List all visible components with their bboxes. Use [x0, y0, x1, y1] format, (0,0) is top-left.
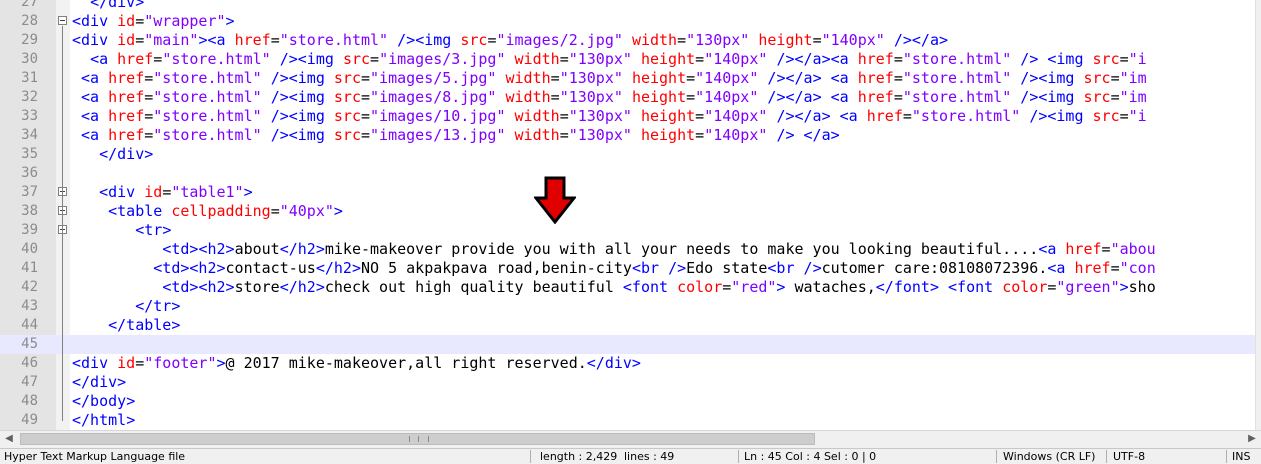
- line-number: 38: [21, 203, 38, 219]
- status-lines: lines : 49: [624, 450, 675, 463]
- line-number: 36: [21, 165, 38, 181]
- code-text: </tr>: [135, 297, 181, 315]
- fold-guide-line: [62, 197, 63, 326]
- code-text: </div>: [72, 373, 127, 391]
- red-down-arrow-icon: [534, 176, 576, 224]
- line-number: 46: [21, 355, 38, 371]
- status-mode: INS: [1232, 450, 1251, 463]
- line-number: 43: [21, 298, 38, 314]
- line-number: 41: [21, 260, 38, 276]
- code-text: </div>: [90, 0, 145, 11]
- code-text: </body>: [72, 392, 136, 410]
- code-line[interactable]: 46 <div id="footer">@ 2017 mike-makeover,…: [0, 354, 1261, 373]
- line-number: 47: [21, 374, 38, 390]
- grip-icon: [409, 436, 429, 442]
- code-line[interactable]: 35 </div>: [0, 145, 1261, 164]
- code-text: <a href="store.html" /><img src="images/…: [81, 88, 1147, 106]
- code-line[interactable]: 34 <a href="store.html" /><img src="imag…: [0, 126, 1261, 145]
- code-text: <a href="store.html" /><img src="images/…: [81, 69, 1147, 87]
- line-number: 45: [21, 336, 38, 352]
- line-number: 37: [21, 184, 38, 200]
- code-line[interactable]: 37 <div id="table1">: [0, 183, 1261, 202]
- code-text: <a href="store.html" /><img src="images/…: [90, 50, 1147, 68]
- code-line[interactable]: 30 <a href="store.html" /><img src="imag…: [0, 50, 1261, 69]
- line-number: 28: [21, 13, 38, 29]
- code-line[interactable]: 40 <td><h2>about</h2>mike-makeover provi…: [0, 240, 1261, 259]
- code-text: </table>: [108, 316, 181, 334]
- code-line[interactable]: 42 <td><h2>store</h2>check out high qual…: [0, 278, 1261, 297]
- code-line[interactable]: 39 <tr>: [0, 221, 1261, 240]
- status-separator: [1106, 450, 1107, 463]
- code-text: <div id="footer">@ 2017 mike-makeover,al…: [72, 354, 641, 372]
- code-text: <td><h2>contact-us</h2>NO 5 akpakpava ro…: [153, 259, 1156, 277]
- code-line[interactable]: 36: [0, 164, 1261, 183]
- status-separator: [738, 450, 739, 463]
- scroll-left-arrow-icon[interactable]: ◀: [2, 432, 16, 446]
- code-text: <div id="main"><a href="store.html" /><i…: [72, 31, 949, 49]
- line-number: 49: [21, 412, 38, 428]
- code-line[interactable]: 49 </html>: [0, 411, 1261, 430]
- line-number: 44: [21, 317, 38, 333]
- code-line[interactable]: 48 </body>: [0, 392, 1261, 411]
- code-text: <tr>: [135, 221, 172, 239]
- status-position: Ln : 45 Col : 4 Sel : 0 | 0: [744, 450, 877, 463]
- line-number: 33: [21, 108, 38, 124]
- line-number: 32: [21, 89, 38, 105]
- horizontal-scroll-thumb[interactable]: [20, 433, 815, 445]
- code-text: <a href="store.html" /><img src="images/…: [81, 107, 1147, 125]
- code-line[interactable]: 38 <table cellpadding="40px">: [0, 202, 1261, 221]
- code-line[interactable]: 43 </tr>: [0, 297, 1261, 316]
- code-text: <div id="table1">: [99, 183, 253, 201]
- status-separator: [996, 450, 997, 463]
- code-text: <td><h2>about</h2>mike-makeover provide …: [162, 240, 1156, 258]
- status-file-type: Hyper Text Markup Language file: [4, 450, 186, 463]
- line-number: 39: [21, 222, 38, 238]
- line-number: 48: [21, 393, 38, 409]
- code-line[interactable]: 33 <a href="store.html" /><img src="imag…: [0, 107, 1261, 126]
- status-separator: [530, 450, 531, 463]
- code-line[interactable]: 32 <a href="store.html" /><img src="imag…: [0, 88, 1261, 107]
- code-text: <td><h2>store</h2>check out high quality…: [162, 278, 1156, 296]
- line-number: 35: [21, 146, 38, 162]
- status-separator: [1226, 450, 1227, 463]
- status-bar: Hyper Text Markup Language file length :…: [0, 448, 1261, 464]
- code-line[interactable]: 47 </div>: [0, 373, 1261, 392]
- code-line[interactable]: 45: [0, 335, 1261, 354]
- line-number: 34: [21, 127, 38, 143]
- code-text: <a href="store.html" /><img src="images/…: [81, 126, 840, 144]
- line-number: 40: [21, 241, 38, 257]
- code-text: </div>: [99, 145, 154, 163]
- code-line[interactable]: 44 </table>: [0, 316, 1261, 335]
- status-eol: Windows (CR LF): [1003, 450, 1096, 463]
- code-line[interactable]: 28 <div id="wrapper">: [0, 12, 1261, 31]
- code-line[interactable]: 41 <td><h2>contact-us</h2>NO 5 akpakpava…: [0, 259, 1261, 278]
- fold-toggle-icon[interactable]: [58, 16, 67, 25]
- line-number: 29: [21, 32, 38, 48]
- code-text: <table cellpadding="40px">: [108, 202, 343, 220]
- line-number: 31: [21, 70, 38, 86]
- code-text: <div id="wrapper">: [72, 12, 235, 30]
- status-length: length : 2,429: [540, 450, 618, 463]
- line-number: 27: [21, 0, 38, 10]
- line-number: 42: [21, 279, 38, 295]
- line-number: 30: [21, 51, 38, 67]
- scroll-right-arrow-icon[interactable]: ▶: [1245, 432, 1259, 446]
- code-line[interactable]: 27 </div>: [0, 0, 1261, 12]
- code-line[interactable]: 29 <div id="main"><a href="store.html" />…: [0, 31, 1261, 50]
- status-encoding: UTF-8: [1113, 450, 1146, 463]
- code-text: </html>: [72, 411, 136, 429]
- code-editor[interactable]: 27 </div> 28 <div id="wrapper"> 29 <div id="…: [0, 0, 1261, 430]
- vertical-scrollbar[interactable]: [1255, 0, 1261, 430]
- horizontal-scrollbar[interactable]: ◀ ▶: [0, 430, 1261, 448]
- code-line[interactable]: 31 <a href="store.html" /><img src="imag…: [0, 69, 1261, 88]
